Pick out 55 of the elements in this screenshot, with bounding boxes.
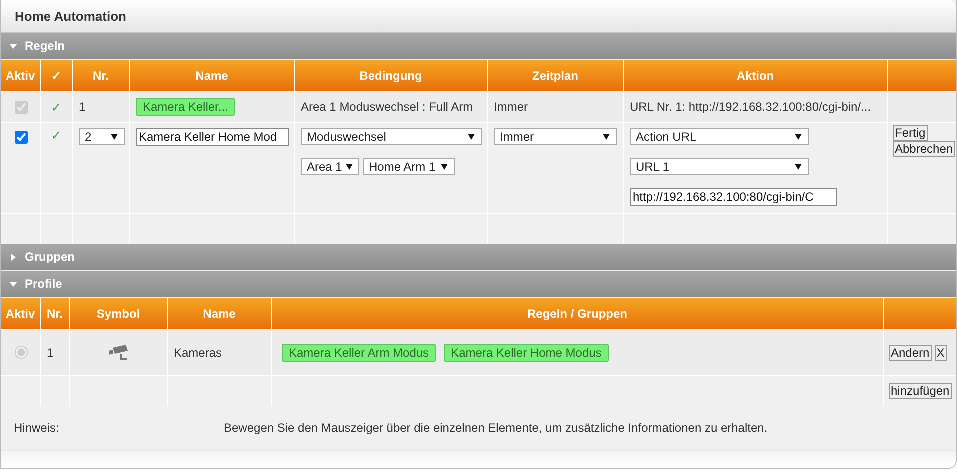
rule-tag[interactable]: Kamera Keller Home Modus: [444, 344, 609, 362]
button[interactable]: Andern: [889, 344, 932, 360]
column-header: Aktion: [624, 60, 888, 92]
dropdown[interactable]: URL 1: [630, 158, 809, 175]
dropdown[interactable]: Area 1: [301, 158, 359, 175]
button[interactable]: hinzufügen: [889, 383, 952, 399]
table-cell: Kameras: [168, 330, 272, 376]
column-header: ✓: [40, 60, 72, 92]
camera-icon: [108, 344, 130, 360]
button[interactable]: Abbrechen: [893, 141, 956, 157]
section-title: Gruppen: [25, 250, 75, 264]
caret-icon: [111, 134, 118, 140]
column-header: Regeln / Gruppen: [272, 298, 884, 330]
text-field[interactable]: http://192.168.32.100:80/cgi-bin/C: [630, 188, 837, 206]
dropdown[interactable]: Home Arm 1: [363, 158, 455, 175]
button[interactable]: X: [934, 344, 947, 360]
dropdown[interactable]: Action URL: [630, 128, 809, 145]
table-cell: 1: [40, 330, 70, 376]
caret-icon: [603, 134, 610, 140]
column-header: Zeitplan: [488, 60, 624, 92]
checkbox[interactable]: [14, 131, 28, 144]
caret-icon: [795, 134, 802, 140]
table-cell: 1: [72, 92, 130, 122]
section-title: Regeln: [25, 39, 66, 53]
table-cell: Area 1 Moduswechsel : Full Arm: [294, 92, 488, 122]
column-header: Nr.: [72, 60, 130, 92]
column-header: Bedingung: [294, 60, 488, 92]
rule-tag[interactable]: Kamera Keller Arm Modus: [282, 344, 436, 362]
caret-icon: [441, 164, 448, 170]
column-header: Name: [130, 60, 294, 92]
collapse-icon: [10, 280, 17, 288]
dropdown[interactable]: 2: [79, 128, 125, 145]
button[interactable]: Fertig: [893, 125, 928, 141]
column-header: Aktiv: [1, 298, 40, 330]
rule-tag[interactable]: Kamera Keller...: [136, 98, 236, 116]
column-header: Name: [168, 298, 272, 330]
dropdown[interactable]: Moduswechsel: [301, 128, 482, 145]
window-title: Home Automation: [15, 8, 126, 24]
column-header: Aktiv: [1, 60, 40, 92]
collapse-icon: [10, 42, 17, 50]
section-title: Profile: [25, 277, 62, 291]
caret-icon: [346, 164, 354, 170]
text-field[interactable]: Kamera Keller Home Mod: [136, 128, 289, 146]
caret-icon: [795, 164, 802, 170]
check-mark: ✓: [40, 92, 72, 122]
check-mark: ✓: [40, 122, 72, 214]
column-header: Symbol: [70, 298, 168, 330]
table-cell: URL Nr. 1: http://192.168.32.100:80/cgi-bin/...: [624, 92, 888, 122]
table-cell: Immer: [488, 92, 624, 122]
hint-label: Hinweis:: [14, 421, 60, 435]
hint-text: Bewegen Sie den Mauszeiger über die einzelnen Elemente, um zusätzliche Informationen zu erhalten.: [224, 421, 768, 435]
caret-icon: [468, 134, 475, 140]
dropdown[interactable]: Immer: [494, 128, 617, 145]
column-header: Nr.: [40, 298, 70, 330]
expand-icon: [10, 254, 17, 260]
